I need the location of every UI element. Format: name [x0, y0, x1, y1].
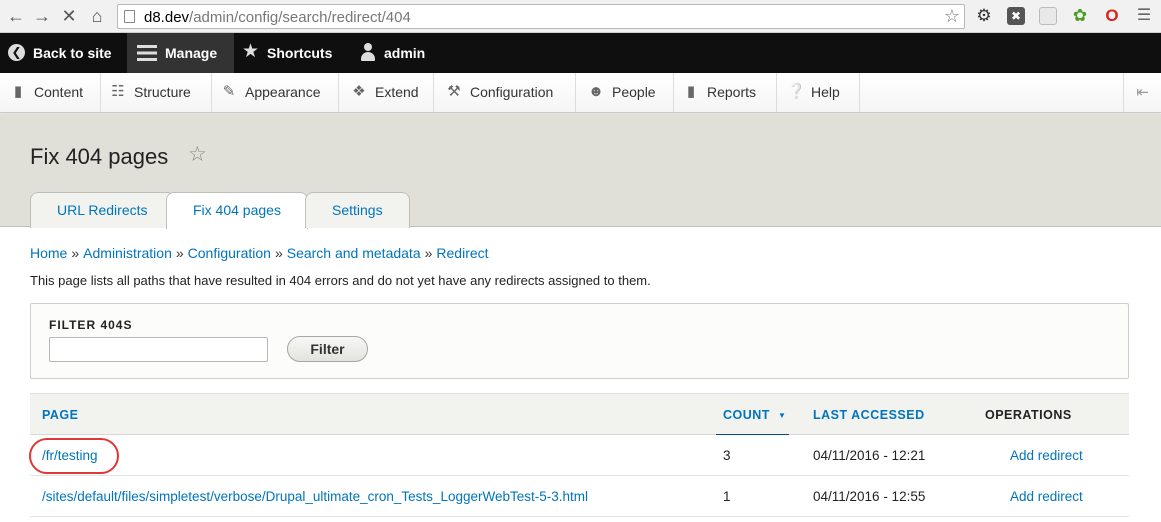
- breadcrumb-administration[interactable]: Administration: [83, 245, 172, 261]
- breadcrumb-separator: »: [274, 245, 283, 261]
- url-host: d8.dev: [144, 9, 190, 26]
- filter-input[interactable]: [49, 337, 268, 362]
- star-icon: ★: [242, 41, 260, 63]
- user-label: admin: [384, 45, 426, 61]
- stop-loading-icon[interactable]: ✕: [58, 5, 80, 27]
- page-path-link[interactable]: /fr/testing: [42, 435, 98, 476]
- count-value: 1: [723, 489, 731, 504]
- menu-icon[interactable]: ☰: [1135, 7, 1153, 25]
- tray-item-extend[interactable]: ❖ Extend: [339, 73, 434, 112]
- tray-item-label: Extend: [375, 84, 419, 100]
- tray-item-label: Content: [34, 84, 84, 100]
- tab-url-redirects[interactable]: URL Redirects: [30, 192, 175, 228]
- breadcrumb-home[interactable]: Home: [30, 245, 67, 261]
- filter-button[interactable]: Filter: [287, 336, 368, 362]
- page-title: Fix 404 pages: [30, 144, 169, 169]
- last-accessed-value: 04/11/2016 - 12:21: [813, 448, 926, 463]
- filter-fieldset: FILTER 404S Filter: [30, 303, 1129, 379]
- manage-label: Manage: [165, 45, 218, 61]
- tray-item-label: Configuration: [470, 84, 554, 100]
- tray-item-content[interactable]: ▮ Content: [0, 73, 101, 112]
- breadcrumb-separator: »: [71, 245, 80, 261]
- tray-item-label: Help: [811, 84, 840, 100]
- page-path-link[interactable]: /sites/default/files/simpletest/verbose/…: [42, 476, 588, 517]
- hamburger-icon: [137, 44, 157, 61]
- tray-item-label: Reports: [707, 84, 757, 100]
- tray-item-label: People: [612, 84, 656, 100]
- opera-icon[interactable]: O: [1103, 7, 1121, 25]
- breadcrumb-separator: »: [175, 245, 184, 261]
- help-icon: ❔: [787, 83, 806, 101]
- breadcrumb-redirect[interactable]: Redirect: [436, 245, 488, 261]
- breadcrumb-separator: »: [424, 245, 433, 261]
- tray-item-people[interactable]: ☻ People: [576, 73, 674, 112]
- breadcrumb: Home» Administration» Configuration» Search…: [30, 245, 489, 261]
- add-redirect-link[interactable]: Add redirect: [1010, 476, 1083, 517]
- bug-icon[interactable]: ✿: [1071, 7, 1089, 25]
- forward-arrow-icon[interactable]: →: [31, 5, 53, 27]
- breadcrumb-search-and-metadata[interactable]: Search and metadata: [287, 245, 421, 261]
- wrench-icon: ⚒: [447, 83, 461, 101]
- gear-icon[interactable]: ⚙: [975, 7, 993, 25]
- home-icon[interactable]: ⌂: [86, 5, 108, 27]
- browser-chrome: ← → ✕ ⌂ d8.dev/admin/config/search/redir…: [0, 0, 1161, 33]
- table-row: /sites/default/files/simpletest/verbose/…: [30, 476, 1129, 517]
- admin-menu-tray: ▮ Content ☷ Structure ✎ Appearance ❖ Extend …: [0, 73, 1161, 113]
- table-header: PAGE COUNT ▼ LAST ACCESSED OPERATIONS: [30, 393, 1129, 436]
- page-header: Fix 404 pages ☆ URL Redirects Fix 404 pa…: [0, 114, 1161, 229]
- extension-x-icon[interactable]: ✖: [1007, 7, 1025, 25]
- back-to-site-label: Back to site: [33, 45, 112, 61]
- paintbrush-icon: ✎: [222, 83, 236, 101]
- manage-tab[interactable]: Manage: [127, 33, 234, 73]
- breadcrumb-configuration[interactable]: Configuration: [188, 245, 271, 261]
- back-arrow-circle-icon: ❮: [8, 44, 25, 62]
- tray-item-help[interactable]: ❔ Help: [777, 73, 860, 112]
- collapse-tray-icon[interactable]: ⇤: [1123, 73, 1161, 112]
- tray-item-structure[interactable]: ☷ Structure: [101, 73, 212, 112]
- extension-card-icon[interactable]: [1039, 7, 1057, 25]
- page-icon: [124, 10, 135, 23]
- count-value: 3: [723, 448, 731, 463]
- address-bar[interactable]: d8.dev/admin/config/search/redirect/404 …: [117, 4, 965, 29]
- sort-desc-icon: ▼: [777, 411, 787, 420]
- last-accessed-value: 04/11/2016 - 12:55: [813, 489, 926, 504]
- add-shortcut-star-icon[interactable]: ☆: [188, 142, 207, 167]
- table-row: /fr/testing 3 04/11/2016 - 12:21 Add red…: [29, 435, 1129, 476]
- tray-item-reports[interactable]: ▮ Reports: [674, 73, 777, 112]
- tray-item-label: Structure: [134, 84, 191, 100]
- url-text: d8.dev/admin/config/search/redirect/404: [144, 9, 411, 26]
- filter-label: FILTER 404S: [49, 318, 133, 332]
- column-header-operations: OPERATIONS: [985, 408, 1072, 422]
- column-header-count[interactable]: COUNT ▼: [716, 394, 789, 436]
- tab-settings[interactable]: Settings: [305, 192, 410, 228]
- column-header-page[interactable]: PAGE: [42, 394, 79, 436]
- tray-item-configuration[interactable]: ⚒ Configuration: [434, 73, 576, 112]
- shortcuts-tab[interactable]: ★ Shortcuts: [242, 33, 332, 73]
- url-path: /admin/config/search/redirect/404: [189, 9, 411, 26]
- tray-item-label: Appearance: [245, 84, 321, 100]
- document-icon: ▮: [13, 83, 23, 101]
- tab-fix-404-pages[interactable]: Fix 404 pages: [166, 192, 308, 229]
- column-header-count-label: COUNT: [723, 408, 770, 422]
- column-header-last-accessed[interactable]: LAST ACCESSED: [813, 394, 925, 436]
- tray-item-appearance[interactable]: ✎ Appearance: [212, 73, 339, 112]
- add-redirect-link[interactable]: Add redirect: [1010, 435, 1083, 476]
- bar-chart-icon: ▮: [686, 83, 696, 101]
- admin-toolbar: ❮ Back to site Manage ★ Shortcuts admin: [0, 33, 1161, 73]
- puzzle-icon: ❖: [352, 83, 366, 101]
- user-tab[interactable]: admin: [360, 33, 425, 73]
- bookmark-star-icon[interactable]: ☆: [944, 6, 960, 27]
- user-icon: [360, 43, 376, 62]
- sitemap-icon: ☷: [111, 83, 125, 101]
- back-to-site-link[interactable]: ❮ Back to site: [8, 33, 112, 73]
- back-arrow-icon[interactable]: ←: [5, 5, 27, 27]
- people-icon: ☻: [588, 83, 604, 101]
- shortcuts-label: Shortcuts: [267, 45, 333, 61]
- page-description: This page lists all paths that have resu…: [30, 273, 651, 288]
